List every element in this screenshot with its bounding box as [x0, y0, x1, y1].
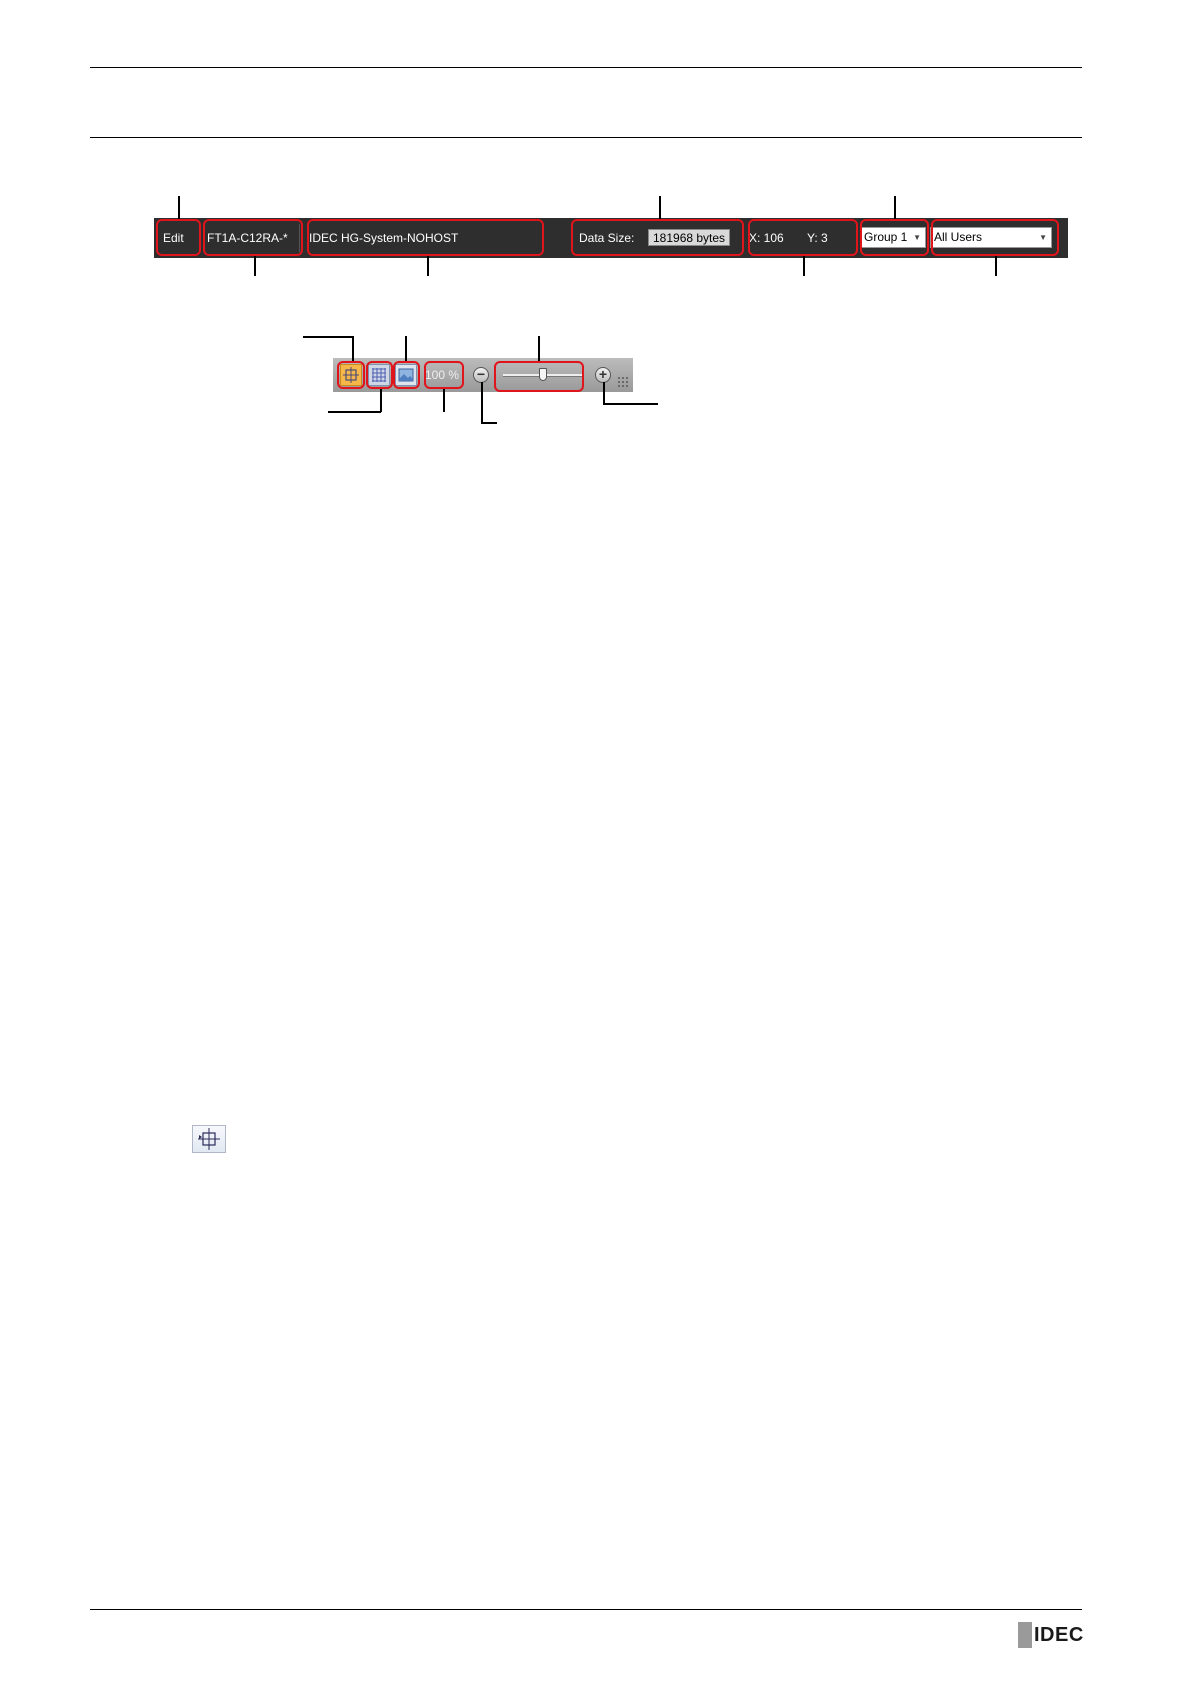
- footer-rule: [90, 1609, 1082, 1610]
- logo-text: IDEC: [1034, 1624, 1084, 1646]
- callout-line: [538, 336, 540, 361]
- callout-box-snap: [337, 361, 365, 389]
- callout-line: [380, 389, 382, 412]
- callout-box-coordinates: [748, 219, 858, 256]
- callout-line: [352, 336, 354, 361]
- zoom-in-icon: +: [598, 366, 608, 382]
- callout-line: [178, 196, 180, 219]
- callout-box-user: [931, 219, 1059, 256]
- zoom-out-button[interactable]: −: [473, 367, 489, 383]
- callout-line: [659, 196, 661, 219]
- callout-line: [427, 256, 429, 276]
- callout-box-mode: [156, 219, 201, 256]
- callout-box-group: [860, 219, 929, 256]
- header-rule-top: [90, 67, 1082, 68]
- zoom-in-button[interactable]: +: [595, 367, 611, 383]
- callout-line: [603, 403, 658, 405]
- callout-box-grid: [366, 361, 393, 389]
- snap-to-grid-icon: [192, 1125, 226, 1153]
- callout-line: [405, 336, 407, 361]
- callout-line: [603, 382, 605, 404]
- callout-line: [803, 256, 805, 276]
- header-rule-bottom: [90, 137, 1082, 138]
- callout-box-data-size: [571, 219, 744, 256]
- callout-line: [443, 389, 445, 412]
- callout-line: [481, 382, 483, 424]
- zoom-out-icon: −: [476, 366, 486, 382]
- callout-line: [894, 196, 896, 219]
- logo-mark: [1018, 1622, 1032, 1648]
- callout-line: [995, 256, 997, 276]
- resize-grip-icon[interactable]: [617, 376, 629, 388]
- callout-box-background: [393, 361, 420, 389]
- callout-box-zoom-percent: [424, 361, 464, 389]
- callout-line: [481, 422, 497, 424]
- callout-box-slider: [494, 361, 584, 392]
- callout-line: [328, 411, 381, 413]
- callout-line: [303, 336, 354, 338]
- callout-box-model: [203, 219, 303, 256]
- callout-line: [254, 256, 256, 276]
- callout-box-device: [307, 219, 544, 256]
